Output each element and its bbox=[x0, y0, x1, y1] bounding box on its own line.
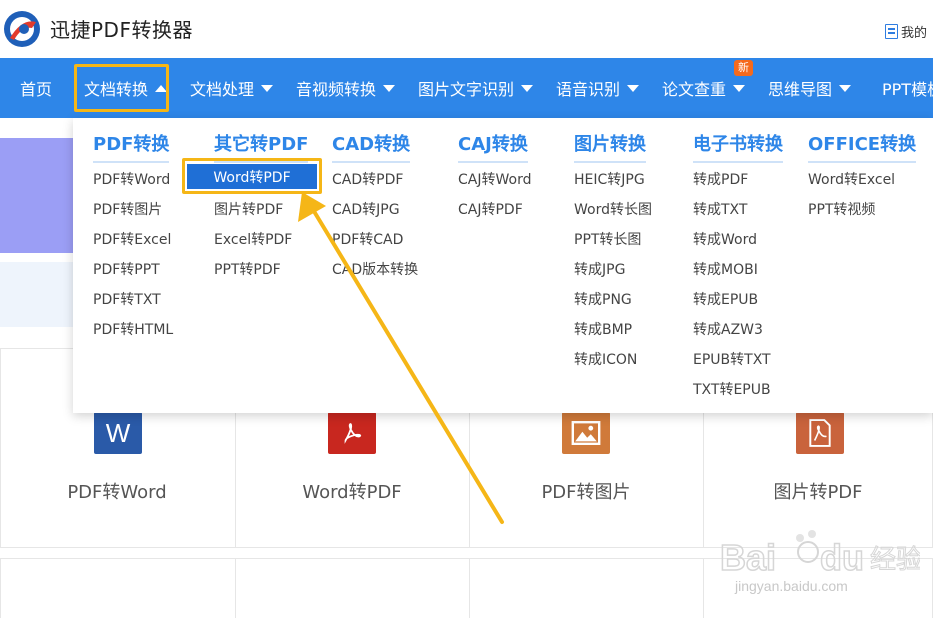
menu-item[interactable]: TXT转EPUB bbox=[693, 379, 771, 399]
my-account-label: 我的 bbox=[901, 26, 928, 41]
column-heading-office: OFFICE转换 bbox=[808, 130, 917, 163]
menu-item[interactable]: HEIC转JPG bbox=[574, 169, 645, 189]
word-icon: W bbox=[94, 412, 142, 454]
nav-item-av-convert[interactable]: 音视频转换 bbox=[296, 58, 396, 118]
caret-down-icon bbox=[261, 84, 274, 92]
menu-item[interactable]: 转成BMP bbox=[574, 319, 632, 339]
column-heading-caj: CAJ转换 bbox=[458, 130, 528, 163]
menu-item[interactable]: 转成ICON bbox=[574, 349, 637, 369]
card-label: PDF转Word bbox=[67, 482, 167, 503]
menu-item[interactable]: 转成PNG bbox=[574, 289, 632, 309]
app-title: 迅捷PDF转换器 bbox=[50, 18, 193, 42]
menu-item[interactable]: CAD转JPG bbox=[332, 199, 400, 219]
menu-item[interactable]: PDF转HTML bbox=[93, 319, 173, 339]
nav-item-home[interactable]: 首页 bbox=[20, 58, 52, 118]
menu-item[interactable]: PDF转图片 bbox=[93, 199, 162, 219]
my-account-link[interactable]: 我的 bbox=[885, 22, 927, 41]
nav-item-plagiarism[interactable]: 论文查重 bbox=[662, 58, 746, 118]
menu-item[interactable]: PDF转TXT bbox=[93, 289, 161, 309]
menu-item[interactable]: CAJ转Word bbox=[458, 169, 531, 189]
caret-down-icon bbox=[521, 84, 534, 92]
card-label: Word转PDF bbox=[302, 482, 402, 503]
column-heading-pdf: PDF转换 bbox=[93, 130, 170, 163]
menu-item[interactable]: 图片转PDF bbox=[214, 199, 283, 219]
menu-item[interactable]: PDF转PPT bbox=[93, 259, 160, 279]
menu-item[interactable]: 转成MOBI bbox=[693, 259, 758, 279]
caret-down-icon bbox=[839, 84, 852, 92]
menu-item[interactable]: 转成AZW3 bbox=[693, 319, 763, 339]
menu-item[interactable]: Excel转PDF bbox=[214, 229, 292, 249]
menu-item[interactable]: Word转长图 bbox=[574, 199, 652, 219]
menu-item[interactable]: PDF转Excel bbox=[93, 229, 171, 249]
menu-item[interactable]: PDF转CAD bbox=[332, 229, 403, 249]
menu-item[interactable]: CAJ转PDF bbox=[458, 199, 523, 219]
nav-item-doc-process[interactable]: 文档处理 bbox=[190, 58, 274, 118]
app-logo-icon bbox=[4, 11, 40, 47]
menu-item[interactable]: PPT转长图 bbox=[574, 229, 641, 249]
svg-text:经验: 经验 bbox=[870, 545, 920, 575]
card[interactable] bbox=[469, 558, 704, 618]
selection-highlight bbox=[182, 158, 322, 194]
menu-item[interactable]: CAD转PDF bbox=[332, 169, 403, 189]
menu-item[interactable]: EPUB转TXT bbox=[693, 349, 771, 369]
document-icon bbox=[885, 24, 898, 39]
svg-text:Bai: Bai bbox=[720, 537, 776, 578]
nav-item-ppt[interactable]: PPT模板 bbox=[882, 58, 933, 118]
menu-item[interactable]: 转成JPG bbox=[574, 259, 625, 279]
caret-down-icon bbox=[627, 84, 640, 92]
menu-item[interactable]: 转成PDF bbox=[693, 169, 748, 189]
svg-text:du: du bbox=[820, 537, 864, 578]
nav-item-ocr[interactable]: 图片文字识别 bbox=[418, 58, 534, 118]
menu-item[interactable]: 转成EPUB bbox=[693, 289, 758, 309]
pdf-icon bbox=[328, 412, 376, 454]
nav-active-highlight bbox=[74, 64, 169, 112]
caret-down-icon bbox=[733, 84, 746, 92]
column-heading-cad: CAD转换 bbox=[332, 130, 411, 163]
menu-item[interactable]: Word转Excel bbox=[808, 169, 895, 189]
menu-item[interactable]: 转成TXT bbox=[693, 199, 747, 219]
column-heading-ebook: 电子书转换 bbox=[693, 130, 783, 163]
card-label: 图片转PDF bbox=[773, 482, 863, 503]
card[interactable] bbox=[0, 558, 236, 618]
menu-item[interactable]: PPT转视频 bbox=[808, 199, 875, 219]
card[interactable] bbox=[235, 558, 470, 618]
menu-item[interactable]: PPT转PDF bbox=[214, 259, 281, 279]
image-icon bbox=[562, 412, 610, 454]
caret-down-icon bbox=[383, 84, 396, 92]
menu-item[interactable]: 转成Word bbox=[693, 229, 757, 249]
column-heading-image: 图片转换 bbox=[574, 130, 646, 163]
menu-item[interactable]: PDF转Word bbox=[93, 169, 170, 189]
app-header: 迅捷PDF转换器 我的 bbox=[0, 0, 933, 58]
nav-item-speech[interactable]: 语音识别 bbox=[556, 58, 640, 118]
pdf-doc-icon bbox=[796, 412, 844, 454]
watermark-url: jingyan.baidu.com bbox=[735, 578, 848, 594]
menu-item[interactable]: CAD版本转换 bbox=[332, 259, 418, 279]
card-label: PDF转图片 bbox=[541, 482, 631, 503]
new-badge: 新 bbox=[734, 60, 753, 76]
nav-item-mindmap[interactable]: 思维导图 bbox=[768, 58, 852, 118]
